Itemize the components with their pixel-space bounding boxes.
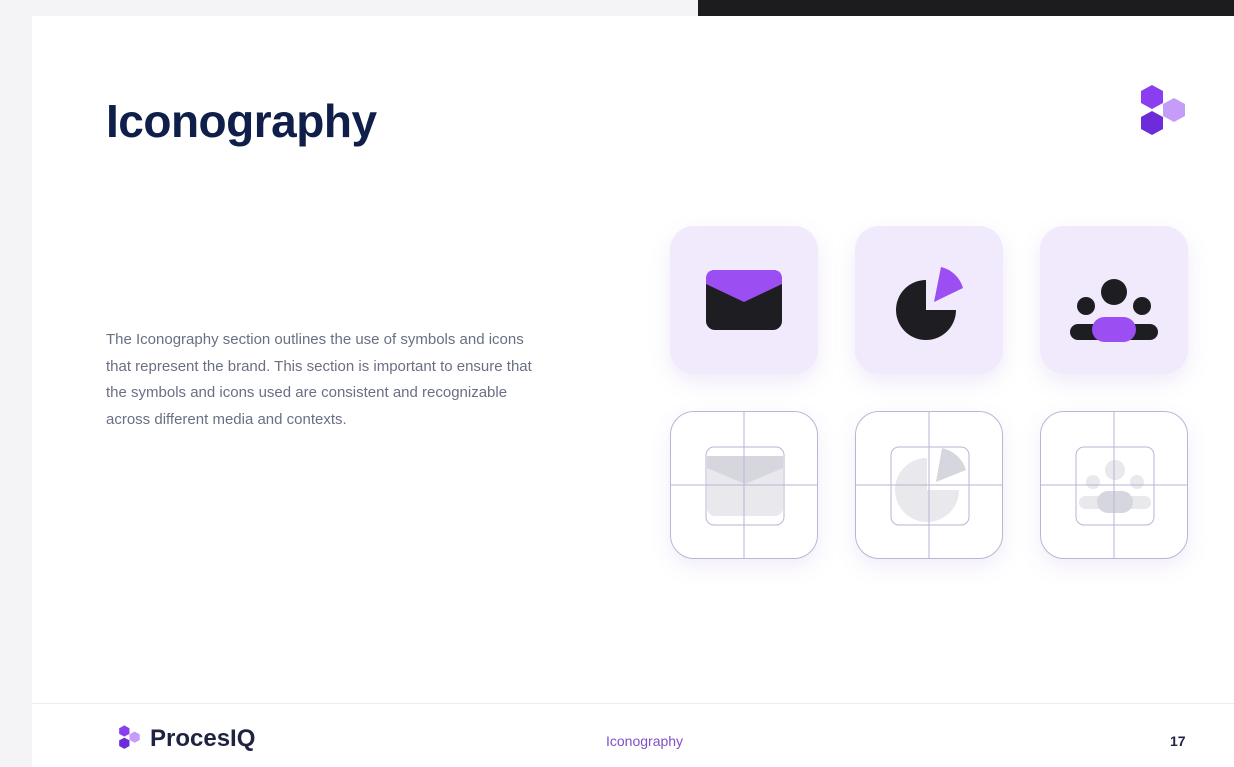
page-number: 17 bbox=[1170, 733, 1186, 749]
slide: Iconography The Iconography section outl… bbox=[32, 16, 1234, 767]
envelope-icon bbox=[706, 270, 782, 330]
team-grid-icon bbox=[1041, 412, 1187, 558]
team-icon bbox=[1070, 279, 1158, 342]
footer-brand: ProcesIQ bbox=[114, 724, 255, 754]
section-description: The Iconography section outlines the use… bbox=[106, 331, 532, 428]
pie-chart-icon bbox=[896, 267, 963, 340]
background-dark-strip bbox=[698, 0, 1234, 16]
footer-section-label: Iconography bbox=[606, 733, 684, 749]
page-title: Iconography bbox=[106, 95, 377, 147]
brand-logo-icon bbox=[1130, 82, 1194, 151]
footer-logo-icon bbox=[119, 725, 140, 749]
slide-footer: ProcesIQ Iconography 17 bbox=[32, 703, 1234, 767]
pie-chart-grid-icon bbox=[856, 412, 1002, 558]
envelope-grid-icon bbox=[671, 412, 817, 558]
team-grid-tile bbox=[1040, 411, 1188, 559]
team-tile bbox=[1040, 226, 1188, 374]
envelope-grid-tile bbox=[670, 411, 818, 559]
pie-chart-grid-tile bbox=[855, 411, 1003, 559]
pie-chart-tile bbox=[855, 226, 1003, 374]
envelope-tile bbox=[670, 226, 818, 374]
brand-name: ProcesIQ bbox=[150, 725, 256, 752]
